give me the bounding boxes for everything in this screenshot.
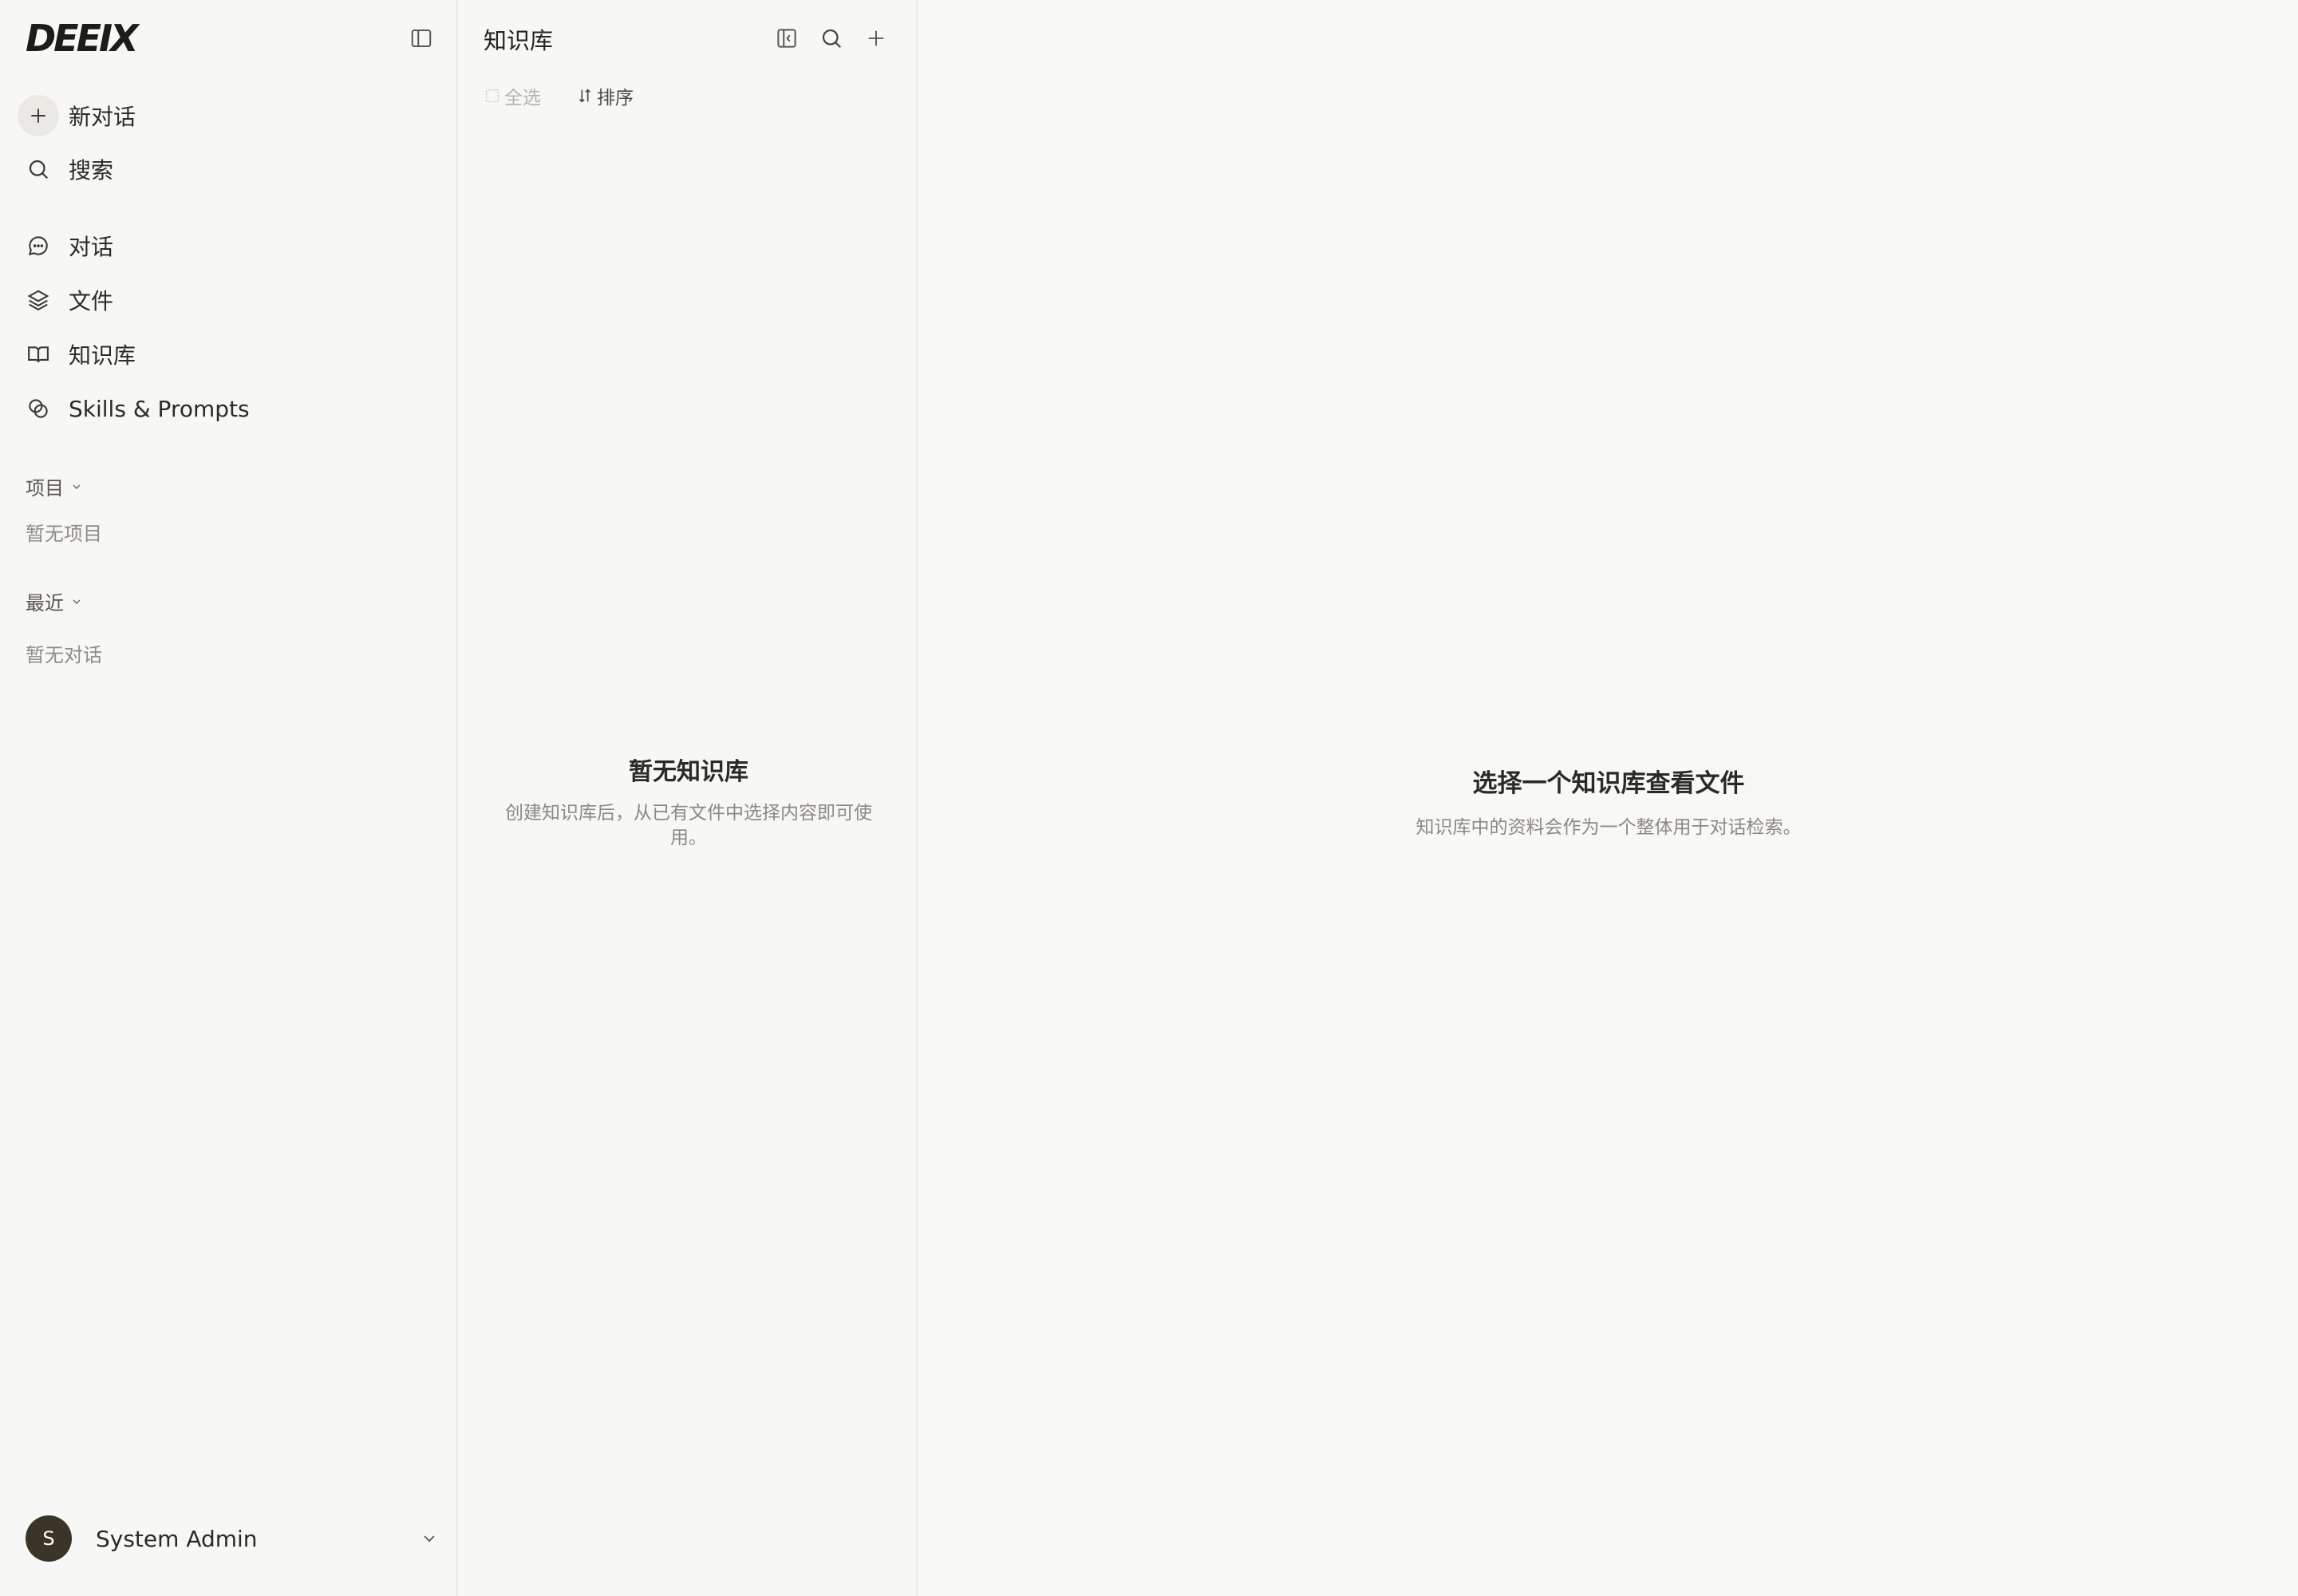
user-name: System Admin [96,1525,258,1552]
empty-state-title: 暂无知识库 [629,758,748,786]
sort-label: 排序 [597,88,634,109]
chevron-down-icon [424,1535,435,1543]
skills-icon [18,388,59,429]
panel-search-button[interactable] [814,21,849,56]
plus-icon [18,95,59,136]
avatar: S [26,1515,72,1562]
chat-bubble-icon [18,225,59,267]
app-window: DEEIX 新对话 搜索 对话 文件 知识库 Skills & Prompts … [0,0,2298,1596]
collapse-panel-icon [777,29,796,48]
sidebar-item-files[interactable]: 文件 [18,277,440,323]
panel-title: 知识库 [484,27,554,54]
projects-heading: 项目 [26,477,64,500]
sidebar-toggle-button[interactable] [404,21,439,56]
select-all-button[interactable]: 全选 [484,82,541,109]
main-empty-state: 选择一个知识库查看文件 知识库中的资料会作为一个整体用于对话检索。 [919,763,2298,839]
sidebar-item-chats[interactable]: 对话 [18,223,440,269]
collapse-panel-button[interactable] [769,21,804,56]
recent-empty-text: 暂无对话 [26,644,102,666]
sidebar-item-knowledge-base[interactable]: 知识库 [18,331,440,377]
search-button[interactable]: 搜索 [18,146,440,192]
projects-section-header[interactable]: 项目 [26,472,83,500]
recent-section-header[interactable]: 最近 [26,587,83,615]
sidebar-item-label: Skills & Prompts [69,395,250,422]
chevron-down-icon [73,484,81,489]
search-label: 搜索 [69,157,114,184]
select-all-label: 全选 [504,88,541,109]
main-empty-title: 选择一个知识库查看文件 [1472,769,1745,798]
layers-icon [18,279,59,321]
sidebar-item-label: 知识库 [69,342,136,369]
search-icon [822,29,842,49]
sidebar-panel-icon [411,30,432,47]
panel-toolbar: 全选 排序 [484,81,634,110]
knowledge-base-panel: 知识库 全选 排序 暂无知识库 创建知识库后，从已有文件中选择内容即可使用。 [460,0,918,1596]
new-chat-button[interactable]: 新对话 [18,93,440,139]
search-icon [18,148,59,190]
sort-arrows-icon [578,89,591,103]
plus-icon [868,30,884,46]
sidebar-item-label: 文件 [69,288,114,314]
recent-heading: 最近 [26,592,64,614]
sort-button[interactable]: 排序 [576,82,634,109]
sidebar: DEEIX 新对话 搜索 对话 文件 知识库 Skills & Prompts … [0,0,458,1596]
sidebar-item-label: 对话 [69,234,114,260]
book-open-icon [18,334,59,375]
new-chat-label: 新对话 [69,104,136,130]
main-empty-description: 知识库中的资料会作为一个整体用于对话检索。 [1416,817,1802,838]
main-content: 选择一个知识库查看文件 知识库中的资料会作为一个整体用于对话检索。 [919,0,2298,1596]
projects-empty-text: 暂无项目 [26,523,102,545]
add-knowledge-base-button[interactable] [859,21,894,56]
user-menu-button[interactable]: S System Admin [26,1515,439,1562]
sidebar-item-skills-prompts[interactable]: Skills & Prompts [18,385,440,432]
brand-logo[interactable]: DEEIX [26,20,139,57]
chevron-down-icon [73,598,81,604]
checkbox-icon [485,89,499,103]
empty-state-description: 创建知识库后，从已有文件中选择内容即可使用。 [505,803,872,848]
empty-state: 暂无知识库 创建知识库后，从已有文件中选择内容即可使用。 [460,752,918,851]
